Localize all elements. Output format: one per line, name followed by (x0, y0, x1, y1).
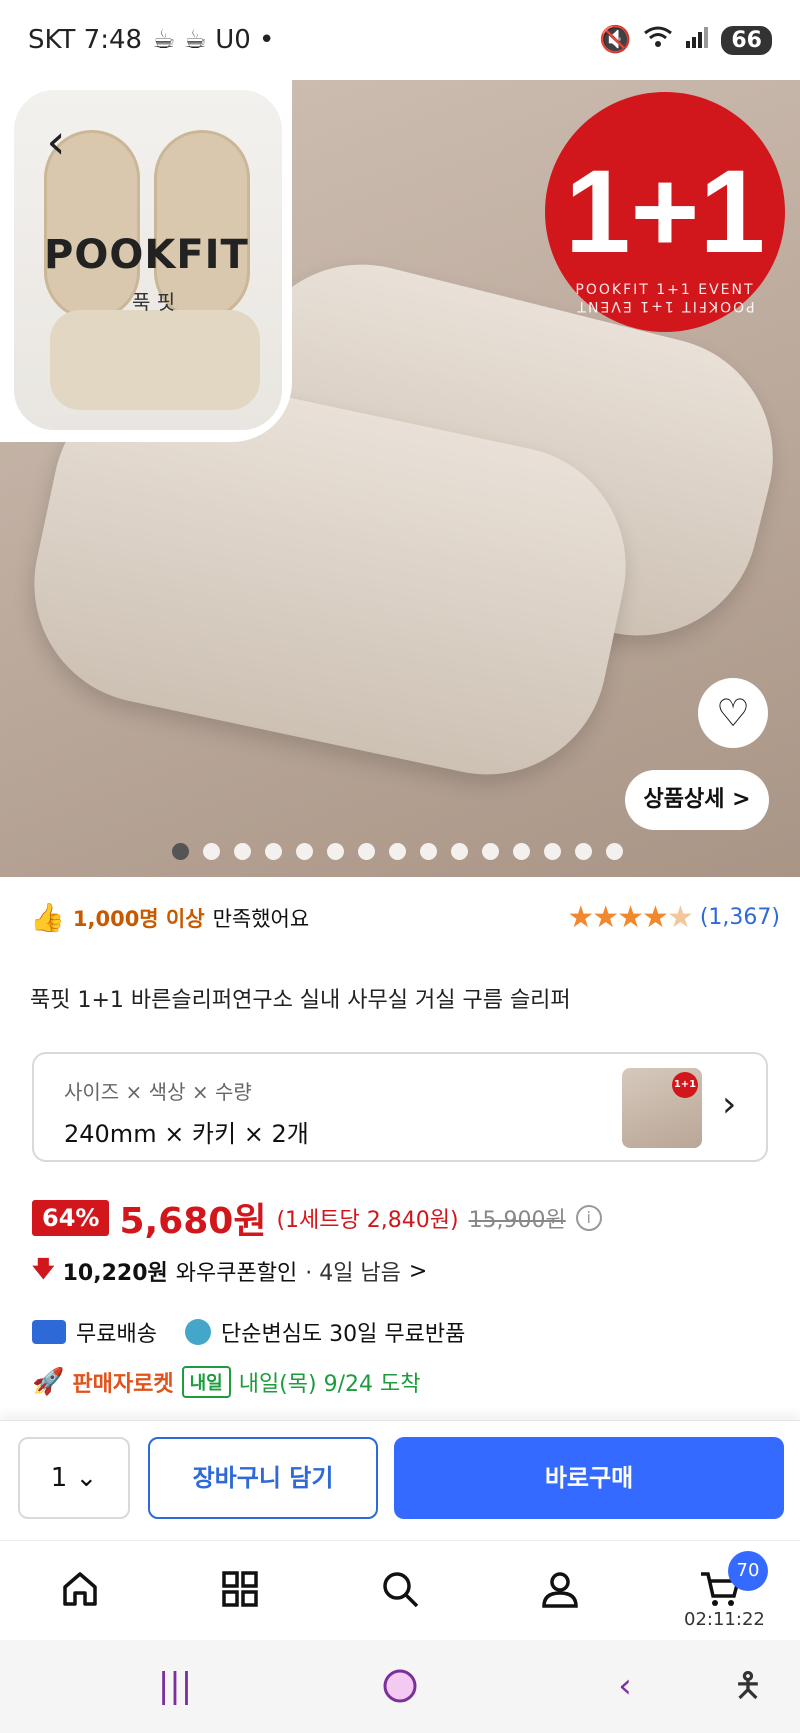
carousel-dot[interactable] (234, 843, 251, 860)
per-set-price: (1세트당 2,840원) (276, 1208, 459, 1233)
coupon-amount: 10,220원 (62, 1261, 168, 1286)
carousel-dots (172, 843, 623, 860)
product-title: 푹핏 1+1 바른슬리퍼연구소 실내 사무실 거실 구름 슬리퍼 (30, 988, 571, 1013)
tomorrow-tag: 내일 (181, 1366, 231, 1398)
event-badge: POOKFIT 1+1 EVENT 1+1 POOKFIT 1+1 EVENT (545, 92, 785, 332)
coupon-row[interactable]: 🡇 10,220원 와우쿠폰할인 · 4일 남음 > (32, 1252, 427, 1290)
system-navigation: ||| ‹ 🯅 (0, 1640, 800, 1733)
countdown-timer: 02:11:22 (684, 1609, 765, 1630)
carousel-dot[interactable] (265, 843, 282, 860)
notification-icons: ☕ ☕ U0 • (152, 25, 275, 55)
arrival-date: 내일(목) 9/24 도착 (238, 1372, 421, 1397)
coupon-label: 와우쿠폰할인 (175, 1261, 298, 1286)
badge-main-text: 1+1 (564, 146, 766, 278)
original-price: 15,900원 (468, 1208, 566, 1233)
sale-price: 5,680원 (119, 1201, 267, 1242)
carousel-dot[interactable] (327, 843, 344, 860)
carousel-dot[interactable] (389, 843, 406, 860)
quantity-selector[interactable]: 1 ⌄ (18, 1437, 130, 1519)
purchase-bar: 1 ⌄ 장바구니 담기 바로구매 (0, 1420, 800, 1540)
accessibility-icon[interactable]: 🯅 (718, 1664, 778, 1708)
shipping-row: 무료배송 단순변심도 30일 무료반품 (32, 1316, 465, 1348)
return-icon (184, 1319, 211, 1345)
package-slipper (50, 310, 260, 410)
star-rating-icon[interactable]: ★★★★★ (567, 900, 693, 935)
price-row: 64% 5,680원 (1세트당 2,840원) 15,900원 i (32, 1192, 602, 1244)
carousel-dot[interactable] (482, 843, 499, 860)
recent-apps-icon[interactable]: ||| (145, 1664, 205, 1708)
truck-icon (32, 1320, 66, 1344)
satisfaction-row: 👍 1,000명 이상 만족했어요 ★★★★★ (1,367) (30, 900, 780, 935)
battery-indicator: 66 (721, 25, 772, 55)
heart-icon[interactable]: ♡ (698, 678, 768, 748)
info-icon[interactable]: i (575, 1205, 602, 1231)
option-selector[interactable]: 사이즈 × 색상 × 수량 240mm × 카키 × 2개 1+1 › (32, 1052, 768, 1162)
profile-icon[interactable] (530, 1561, 590, 1617)
coupon-remaining: · 4일 남음 (305, 1261, 401, 1286)
quantity-value: 1 (50, 1463, 68, 1493)
status-right: 🔇 66 (599, 25, 772, 56)
signal-icon (685, 25, 709, 56)
badge-ring-top: POOKFIT 1+1 EVENT (575, 298, 755, 314)
home-icon[interactable] (50, 1561, 110, 1617)
satisfaction-count: 1,000명 이상 (72, 906, 205, 931)
status-bar: SKT 7:48 ☕ ☕ U0 • 🔇 66 (0, 0, 800, 80)
carousel-dot[interactable] (575, 843, 592, 860)
carousel-dot[interactable] (606, 843, 623, 860)
option-thumb-badge: 1+1 (672, 1072, 698, 1098)
return-policy-label: 단순변심도 30일 무료반품 (220, 1322, 466, 1347)
satisfaction-text: 만족했어요 (212, 906, 310, 931)
badge-ring-bottom: POOKFIT 1+1 EVENT (575, 282, 755, 298)
option-thumbnail: 1+1 (622, 1068, 702, 1148)
free-shipping-label: 무료배송 (76, 1322, 157, 1347)
review-count-link[interactable]: (1,367) (700, 905, 780, 930)
mute-icon: 🔇 (599, 25, 632, 55)
rocket-icon: 🚀 (32, 1367, 65, 1397)
carousel-dot[interactable] (358, 843, 375, 860)
back-arrow-icon[interactable]: ‹ (28, 114, 84, 170)
category-grid-icon[interactable] (210, 1561, 270, 1617)
buy-now-button[interactable]: 바로구매 (394, 1437, 784, 1519)
carousel-dot[interactable] (420, 843, 437, 860)
discount-badge: 64% (32, 1200, 110, 1236)
carrier-time: SKT 7:48 (28, 25, 143, 55)
carousel-dot[interactable] (172, 843, 189, 860)
carousel-dot[interactable] (203, 843, 220, 860)
arrow-down-icon: 🡇 (32, 1257, 55, 1282)
status-left: SKT 7:48 ☕ ☕ U0 • (28, 25, 274, 55)
cart-count-badge: 70 (728, 1551, 768, 1591)
search-icon[interactable] (370, 1561, 430, 1617)
chevron-right-icon: > (408, 1258, 428, 1284)
bottom-navigation: 70 02:11:22 (0, 1540, 800, 1640)
add-to-cart-button[interactable]: 장바구니 담기 (148, 1437, 378, 1519)
thumbs-up-icon: 👍 (30, 901, 65, 934)
option-label: 사이즈 × 색상 × 수량 (64, 1080, 252, 1104)
back-chevron-icon[interactable]: ‹ (595, 1664, 655, 1708)
product-image-carousel[interactable]: POOKFIT 푹 핏 ‹ POOKFIT 1+1 EVENT 1+1 POOK… (0, 80, 800, 877)
carousel-dot[interactable] (451, 843, 468, 860)
package-brand: POOKFIT (44, 232, 249, 278)
product-detail-button[interactable]: 상품상세 > (625, 770, 769, 830)
chevron-down-icon: ⌄ (75, 1463, 98, 1493)
option-value: 240mm × 카키 × 2개 (64, 1120, 309, 1148)
seller-rocket-label: 판매자로켓 (72, 1372, 174, 1397)
carousel-dot[interactable] (296, 843, 313, 860)
home-circle-icon[interactable] (370, 1664, 430, 1708)
package-subtitle: 푹 핏 (132, 290, 176, 314)
carousel-dot[interactable] (513, 843, 530, 860)
wifi-icon (643, 25, 673, 56)
chevron-right-icon[interactable]: › (722, 1084, 736, 1125)
carousel-dot[interactable] (544, 843, 561, 860)
rocket-delivery-row: 🚀 판매자로켓 내일 내일(목) 9/24 도착 (32, 1366, 420, 1398)
